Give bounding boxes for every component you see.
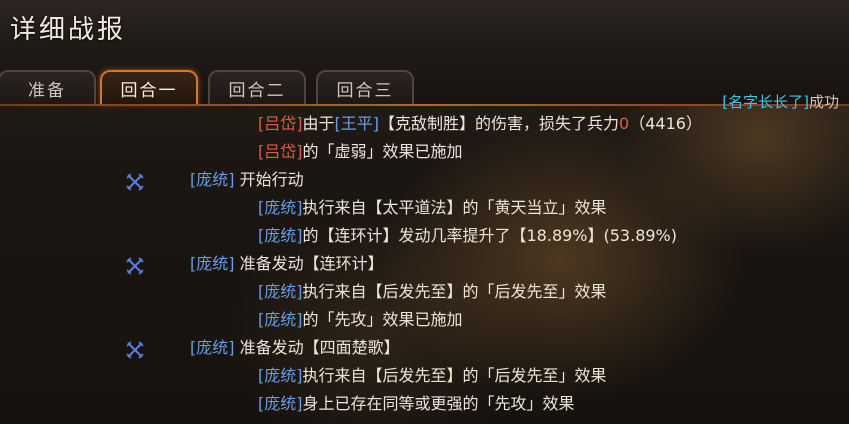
log-line: [吕岱]的「虚弱」效果已施加	[258, 138, 463, 166]
log-text: 的「虚弱」效果已施加	[302, 142, 463, 161]
log-text: 身上已存在同等或更强的「先攻」效果	[302, 394, 575, 413]
log-line: [庞统]的「先攻」效果已施加	[258, 306, 463, 334]
log-line: [庞统]执行来自【后发先至】的「后发先至」效果	[258, 362, 607, 390]
unit-name: [庞统]	[258, 366, 303, 385]
log-text: 执行来自【后发先至】的「后发先至」效果	[302, 366, 607, 385]
log-text: 由于	[302, 114, 335, 133]
log-text: 开始行动	[239, 170, 304, 189]
tab-round-1[interactable]: 回合一	[100, 70, 198, 104]
unit-name: [庞统]	[190, 170, 235, 189]
log-line: [庞统] 准备发动【四面楚歌】	[190, 334, 400, 362]
log-text: 准备发动【连环计】	[239, 254, 384, 273]
crossed-swords-icon	[126, 173, 144, 191]
tab-round-2[interactable]: 回合二	[208, 70, 306, 104]
unit-name: [庞统]	[258, 310, 303, 329]
unit-name: [庞统]	[258, 394, 303, 413]
unit-name: [庞统]	[258, 226, 303, 245]
tab-round-3[interactable]: 回合三	[316, 70, 414, 104]
page-title: 详细战报	[10, 15, 127, 45]
damage-value: 0	[619, 114, 630, 133]
log-text: 执行来自【太平道法】的「黄天当立」效果	[302, 198, 607, 217]
crossed-swords-icon	[126, 257, 144, 275]
troop-count: （4416）	[629, 114, 702, 133]
unit-name: [庞统]	[258, 198, 303, 217]
tab-prepare[interactable]: 准备	[0, 70, 96, 104]
crossed-swords-icon	[126, 341, 144, 359]
log-line: [庞统]身上已存在同等或更强的「先攻」效果	[258, 390, 575, 418]
log-text: 执行来自【后发先至】的「后发先至」效果	[302, 282, 607, 301]
battle-log[interactable]: [吕岱]由于[王平]【克敌制胜】的伤害，损失了兵力0（4416） [吕岱]的「虚…	[0, 106, 849, 424]
log-line: [庞统] 开始行动	[190, 166, 304, 194]
unit-name: [庞统]	[258, 282, 303, 301]
log-line: [庞统]执行来自【太平道法】的「黄天当立」效果	[258, 194, 607, 222]
log-text: 【克敌制胜】的伤害，损失了兵力	[379, 114, 620, 133]
unit-name: [庞统]	[190, 338, 235, 357]
header-bar: 详细战报	[0, 0, 849, 61]
log-line: [吕岱]由于[王平]【克敌制胜】的伤害，损失了兵力0（4416）	[258, 110, 702, 138]
unit-name: [吕岱]	[258, 142, 303, 161]
unit-name: [吕岱]	[258, 114, 303, 133]
log-text: 的「先攻」效果已施加	[302, 310, 463, 329]
unit-name: [王平]	[334, 114, 380, 133]
log-line: [庞统]执行来自【后发先至】的「后发先至」效果	[258, 278, 607, 306]
log-text: 的【连环计】发动几率提升了【18.89%】(53.89%)	[302, 226, 678, 245]
log-line: [庞统] 准备发动【连环计】	[190, 250, 384, 278]
log-text: 准备发动【四面楚歌】	[239, 338, 400, 357]
log-line: [庞统]的【连环计】发动几率提升了【18.89%】(53.89%)	[258, 222, 677, 250]
unit-name: [庞统]	[190, 254, 235, 273]
